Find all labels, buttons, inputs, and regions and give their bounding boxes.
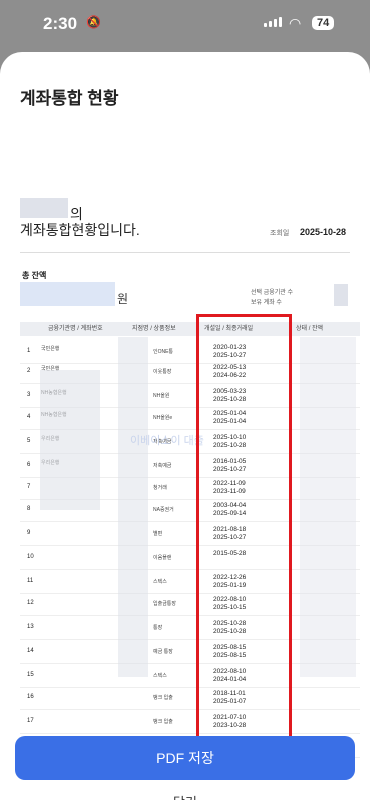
branch-product: 별편 — [153, 531, 163, 537]
row-number: 12 — [27, 600, 34, 606]
row-number: 4 — [27, 414, 31, 420]
greeting-line2: 계좌통합현황입니다. — [20, 222, 140, 238]
query-date: 2025-10-28 — [300, 227, 347, 237]
branch-product: 스텍스 — [153, 579, 167, 585]
redacted-balance — [20, 282, 115, 306]
close-button[interactable]: 닫기 — [0, 792, 370, 800]
total-balance-label: 총 잔액 — [22, 271, 47, 280]
branch-product: 인ONE통 — [153, 349, 174, 355]
table-row: 17 뱅크 입출 2021-07-10 2023-10-28 — [20, 712, 360, 732]
redacted-counts — [334, 284, 348, 306]
row-number: 11 — [27, 578, 34, 584]
account-document-preview[interactable]: 의 계좌통합현황입니다. 조회일 2025-10-28 총 잔액 원 선택 금융… — [0, 142, 370, 758]
battery-icon: 74 — [312, 16, 335, 30]
row-number: 9 — [27, 530, 31, 536]
branch-product: 청거래 — [153, 485, 167, 491]
bottom-sheet: 계좌통합 현황 의 계좌통합현황입니다. 조회일 2025-10-28 총 잔액… — [0, 52, 370, 800]
held-accounts-label: 보유 계좌 수 — [251, 300, 282, 306]
pdf-save-button[interactable]: PDF 저장 — [15, 736, 355, 780]
row-number: 17 — [27, 718, 34, 724]
row-number: 13 — [27, 624, 34, 630]
branch-product: NH올원e — [153, 415, 173, 421]
row-divider — [20, 733, 360, 734]
clock: 2:30 — [43, 14, 78, 33]
bank-name: 국민은행 — [41, 346, 60, 352]
row-number: 3 — [27, 392, 31, 398]
status-bar: 2:30 🔕 ◠ 74 — [0, 0, 370, 48]
query-date-label: 조회일 — [270, 230, 290, 237]
branch-product: 통장 — [153, 625, 163, 631]
branch-product: 이웃통장 — [153, 369, 172, 375]
header-status: 상태 / 잔액 — [292, 322, 360, 336]
balance-unit: 원 — [117, 292, 129, 306]
highlight-box — [196, 314, 292, 740]
branch-product: 뱅크 입출 — [153, 695, 173, 701]
redacted-name — [20, 198, 68, 218]
branch-product: 예금 통장 — [153, 649, 173, 655]
row-number: 14 — [27, 648, 34, 654]
cellular-signal-icon — [264, 17, 282, 27]
table-row: 16 뱅크 입출 2018-11-01 2025-01-07 — [20, 688, 360, 708]
header-institution: 금융기관명 / 계좌번호 — [20, 322, 120, 336]
row-number: 16 — [27, 694, 34, 700]
divider — [20, 252, 350, 253]
bell-muted-icon: 🔕 — [86, 15, 101, 29]
row-number: 10 — [27, 554, 34, 560]
row-number: 1 — [27, 348, 31, 354]
branch-product: NA증권거 — [153, 507, 174, 513]
branch-product: 뱅크 입출 — [153, 719, 173, 725]
row-number: 6 — [27, 462, 31, 468]
branch-product: 입출금통장 — [153, 601, 177, 607]
branch-product: 저축예금 — [153, 463, 172, 469]
branch-product: 이음플랜 — [153, 555, 172, 561]
branch-product: NH올원 — [153, 393, 170, 399]
row-number: 7 — [27, 484, 31, 490]
branch-product: 스텍스 — [153, 673, 167, 679]
header-branch: 지점명 / 상품정보 — [120, 322, 196, 336]
selected-institution-label: 선택 금융기관 수 — [251, 290, 293, 296]
redacted-branch-column — [118, 337, 148, 677]
row-divider — [20, 709, 360, 710]
row-number: 15 — [27, 672, 34, 678]
row-number: 5 — [27, 438, 31, 444]
wifi-icon: ◠ — [289, 15, 302, 31]
row-number: 2 — [27, 368, 31, 374]
redacted-account-numbers — [40, 370, 100, 510]
row-number: 8 — [27, 506, 31, 512]
sheet-title: 계좌통합 현황 — [20, 89, 119, 108]
watermark-text: 이베이소이 대출 — [130, 435, 204, 447]
redacted-balance-column — [300, 337, 356, 677]
